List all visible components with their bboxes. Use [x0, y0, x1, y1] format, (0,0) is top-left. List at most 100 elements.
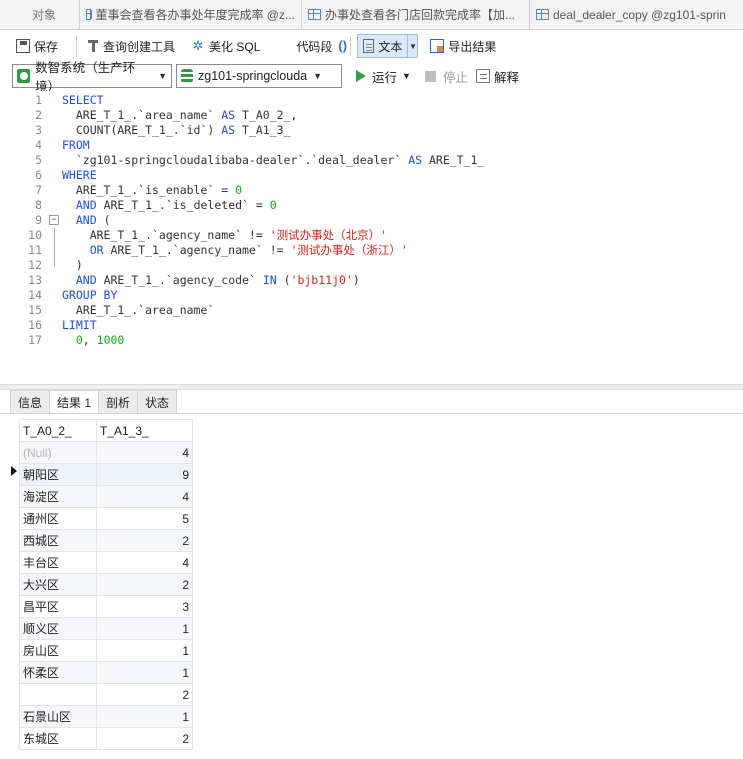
- table-cell[interactable]: 4: [96, 485, 193, 508]
- sql-line[interactable]: 4 FROM: [0, 138, 743, 153]
- sql-code[interactable]: GROUP BY: [62, 288, 117, 303]
- code-snippet-button[interactable]: () 代码段: [272, 34, 347, 58]
- table-cell[interactable]: 东城区: [19, 727, 97, 750]
- table-cell[interactable]: 昌平区: [19, 595, 97, 618]
- result-tab[interactable]: 信息: [10, 390, 51, 414]
- explain-button[interactable]: 解释: [475, 67, 519, 86]
- table-row[interactable]: 顺义区 1: [19, 617, 193, 640]
- sql-code[interactable]: AND ARE_T_1_.`is_deleted` = 0: [62, 198, 277, 213]
- table-row[interactable]: 丰台区 4: [19, 551, 193, 574]
- table-cell[interactable]: 朝阳区: [19, 463, 97, 486]
- table-row[interactable]: 通州区 5: [19, 507, 193, 530]
- sql-line[interactable]: 14 GROUP BY: [0, 288, 743, 303]
- sql-code[interactable]: 0, 1000: [62, 333, 125, 348]
- text-mode-button[interactable]: 文本: [357, 34, 409, 58]
- result-tab[interactable]: 剖析: [99, 390, 139, 414]
- table-cell[interactable]: 丰台区: [19, 551, 97, 574]
- table-cell[interactable]: [19, 683, 97, 706]
- fold-toggle-icon[interactable]: −: [49, 215, 59, 225]
- sql-code[interactable]: FROM: [62, 138, 90, 153]
- sql-line[interactable]: 3 COUNT(ARE_T_1_.`id`) AS T_A1_3_: [0, 123, 743, 138]
- sql-code[interactable]: LIMIT: [62, 318, 97, 333]
- sql-line[interactable]: 9 AND (: [0, 213, 743, 228]
- table-cell[interactable]: 9: [96, 463, 193, 486]
- table-cell[interactable]: 石景山区: [19, 705, 97, 728]
- table-cell[interactable]: 1: [96, 617, 193, 640]
- table-cell[interactable]: 顺义区: [19, 617, 97, 640]
- table-row[interactable]: 海淀区 4: [19, 485, 193, 508]
- tab-query-board-completion[interactable]: 董事会查看各办事处年度完成率 @z...: [80, 0, 302, 29]
- table-row[interactable]: 西城区 2: [19, 529, 193, 552]
- result-tab[interactable]: 结果 1: [50, 390, 100, 414]
- table-cell[interactable]: 1: [96, 639, 193, 662]
- table-cell[interactable]: 海淀区: [19, 485, 97, 508]
- table-cell[interactable]: (Null): [19, 441, 97, 464]
- sql-code[interactable]: ARE_T_1_.`area_name`: [62, 303, 214, 318]
- table-row[interactable]: 房山区 1: [19, 639, 193, 662]
- table-cell[interactable]: 大兴区: [19, 573, 97, 596]
- table-cell[interactable]: 2: [96, 573, 193, 596]
- sql-line[interactable]: 8 AND ARE_T_1_.`is_deleted` = 0: [0, 198, 743, 213]
- table-cell[interactable]: 5: [96, 507, 193, 530]
- table-cell[interactable]: 1: [96, 661, 193, 684]
- sql-code[interactable]: WHERE: [62, 168, 97, 183]
- sql-line[interactable]: 17 0, 1000: [0, 333, 743, 348]
- sql-line[interactable]: 5 `zg101-springcloudalibaba-dealer`.`dea…: [0, 153, 743, 168]
- sql-line[interactable]: 1 SELECT: [0, 93, 743, 108]
- stop-button[interactable]: 停止: [424, 67, 468, 86]
- table-cell[interactable]: 4: [96, 551, 193, 574]
- table-row[interactable]: 大兴区 2: [19, 573, 193, 596]
- sql-code[interactable]: ARE_T_1_.`area_name` AS T_A0_2_,: [62, 108, 298, 123]
- sql-line[interactable]: 2 ARE_T_1_.`area_name` AS T_A0_2_,: [0, 108, 743, 123]
- result-tab[interactable]: 状态: [138, 390, 178, 414]
- table-row[interactable]: 2: [19, 683, 193, 706]
- sql-code[interactable]: ): [62, 258, 83, 273]
- sql-code[interactable]: SELECT: [62, 93, 104, 108]
- table-cell[interactable]: 西城区: [19, 529, 97, 552]
- run-button[interactable]: 运行 ▼: [356, 67, 411, 86]
- sql-code[interactable]: COUNT(ARE_T_1_.`id`) AS T_A1_3_: [62, 123, 291, 138]
- sql-line[interactable]: 13 AND ARE_T_1_.`agency_code` IN ('bjb11…: [0, 273, 743, 288]
- column-header[interactable]: T_A0_2_: [19, 419, 97, 442]
- sql-line[interactable]: 16 LIMIT: [0, 318, 743, 333]
- connection-select[interactable]: 数智系统（生产环境） ▼: [12, 61, 172, 94]
- tab-object[interactable]: 对象: [0, 0, 80, 29]
- beautify-sql-button[interactable]: ✲ 美化 SQL: [187, 34, 264, 58]
- save-button[interactable]: 保存: [12, 34, 62, 58]
- sql-code[interactable]: ARE_T_1_.`is_enable` = 0: [62, 183, 242, 198]
- table-row[interactable]: 石景山区 1: [19, 705, 193, 728]
- export-result-button[interactable]: 导出结果: [426, 34, 500, 58]
- sql-line[interactable]: 10 ARE_T_1_.`agency_name` != '测试办事处（北京）': [0, 228, 743, 243]
- table-cell[interactable]: 4: [96, 441, 193, 464]
- tab-query-office-collection[interactable]: 办事处查看各门店回款完成率【加...: [302, 0, 530, 29]
- tab-deal-dealer-copy[interactable]: deal_dealer_copy @zg101-sprin: [530, 0, 743, 29]
- text-mode-dropdown[interactable]: ▼: [408, 34, 419, 58]
- table-cell[interactable]: 2: [96, 727, 193, 750]
- chevron-down-icon[interactable]: ▼: [402, 71, 411, 81]
- table-cell[interactable]: 怀柔区: [19, 661, 97, 684]
- table-cell[interactable]: 房山区: [19, 639, 97, 662]
- sql-code[interactable]: AND (: [62, 213, 111, 228]
- table-row[interactable]: 昌平区 3: [19, 595, 193, 618]
- sql-line[interactable]: 15 ARE_T_1_.`area_name`: [0, 303, 743, 318]
- column-header[interactable]: T_A1_3_: [96, 419, 193, 442]
- sql-line[interactable]: 7 ARE_T_1_.`is_enable` = 0: [0, 183, 743, 198]
- sql-code[interactable]: AND ARE_T_1_.`agency_code` IN ('bjb11j0'…: [62, 273, 360, 288]
- sql-code[interactable]: OR ARE_T_1_.`agency_name` != '测试办事处（浙江）': [62, 243, 408, 258]
- query-builder-button[interactable]: 查询创建工具: [83, 34, 179, 58]
- sql-line[interactable]: 11 OR ARE_T_1_.`agency_name` != '测试办事处（浙…: [0, 243, 743, 258]
- result-grid[interactable]: T_A0_2_ T_A1_3_ (Null) 4 朝阳区 9 海淀区 4 通州区 5 西城区 2 丰台…: [19, 419, 193, 750]
- table-row[interactable]: (Null) 4: [19, 441, 193, 464]
- table-cell[interactable]: 2: [96, 683, 193, 706]
- table-row[interactable]: 东城区 2: [19, 727, 193, 750]
- table-row[interactable]: 朝阳区 9: [19, 463, 193, 486]
- sql-line[interactable]: 6 WHERE: [0, 168, 743, 183]
- sql-editor[interactable]: 1 SELECT 2 ARE_T_1_.`area_name` AS T_A0_2_…: [0, 91, 743, 383]
- table-cell[interactable]: 3: [96, 595, 193, 618]
- table-cell[interactable]: 2: [96, 529, 193, 552]
- table-cell[interactable]: 1: [96, 705, 193, 728]
- schema-select[interactable]: zg101-springclouda ▼: [176, 64, 342, 88]
- sql-code[interactable]: ARE_T_1_.`agency_name` != '测试办事处（北京）': [62, 228, 387, 243]
- table-row[interactable]: 怀柔区 1: [19, 661, 193, 684]
- sql-code[interactable]: `zg101-springcloudalibaba-dealer`.`deal_…: [62, 153, 485, 168]
